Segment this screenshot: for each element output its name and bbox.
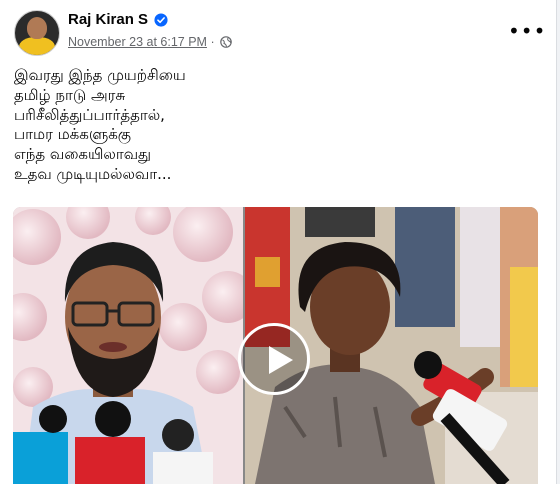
play-button[interactable]: [238, 323, 310, 395]
author-avatar[interactable]: [14, 10, 60, 56]
post-text-line: எந்த வகையிலாவது: [14, 145, 152, 164]
more-options-icon[interactable]: •••: [508, 21, 546, 41]
meta-separator: ·: [210, 35, 215, 49]
globe-icon: [220, 36, 232, 48]
left-frame-illustration: [13, 207, 243, 484]
play-icon: [269, 346, 293, 374]
video-thumbnail[interactable]: [13, 207, 538, 484]
author-name[interactable]: Raj Kiran S: [68, 11, 148, 28]
post-meta: November 23 at 6:17 PM ·: [68, 35, 232, 49]
post-text-line: தமிழ் நாடு அரசு: [14, 85, 126, 104]
post-timestamp[interactable]: November 23 at 6:17 PM: [68, 35, 207, 49]
post-text-line: உதவ முடியுமல்லவா...: [14, 164, 172, 183]
verified-badge-icon: [154, 13, 168, 27]
video-left-frame: [13, 207, 243, 484]
post-text-line: இவரது இந்த முயற்சியை: [14, 66, 186, 84]
post-card: Raj Kiran S November 23 at 6:17 PM · •••…: [0, 0, 557, 484]
post-text-line: பாமர மக்களுக்கு: [14, 125, 132, 144]
post-text: இவரது இந்த முயற்சியை தமிழ் நாடு அரசு பரி…: [14, 66, 434, 185]
post-text-line: பரிசீலித்துப்பார்த்தால்,: [14, 105, 165, 124]
